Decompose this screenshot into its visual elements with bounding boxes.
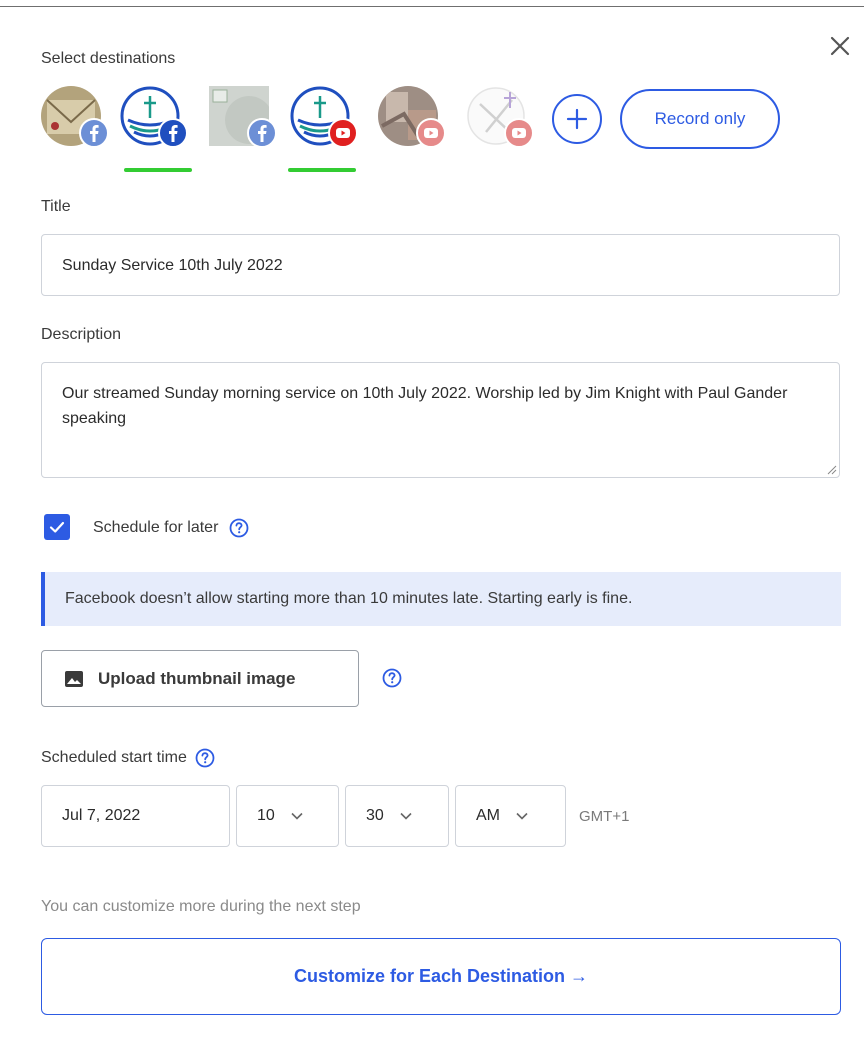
checkmark-icon [49,521,65,533]
destination-facebook-3[interactable] [209,86,277,150]
title-label: Title [41,198,71,215]
timezone-label: GMT+1 [579,808,630,825]
select-destinations-label: Select destinations [41,50,176,67]
youtube-icon [504,118,534,148]
selected-indicator [124,168,192,172]
ampm-select[interactable]: AM [455,785,566,847]
facebook-info-banner: Facebook doesn’t allow starting more tha… [41,572,841,626]
minute-select[interactable]: 30 [345,785,449,847]
customize-destinations-button[interactable]: Customize for Each Destination → [41,938,841,1015]
top-divider [0,6,864,7]
facebook-icon [79,118,109,148]
description-text: Our streamed Sunday morning service on 1… [62,385,788,427]
description-label: Description [41,326,122,343]
destination-facebook-1[interactable] [41,86,109,150]
schedule-later-row: Schedule for later [93,518,249,538]
close-button[interactable] [826,32,854,60]
scheduled-start-row: Scheduled start time [41,748,215,768]
scheduled-start-help-icon[interactable] [195,748,215,768]
chevron-down-icon [291,812,303,820]
chevron-down-icon [400,812,412,820]
description-textarea[interactable]: Our streamed Sunday morning service on 1… [41,362,840,478]
record-only-button[interactable]: Record only [620,89,780,149]
upload-thumbnail-button[interactable]: Upload thumbnail image [41,650,359,707]
customize-hint: You can customize more during the next s… [41,898,361,915]
help-icon[interactable] [229,518,249,538]
resize-grip-icon[interactable] [825,463,837,475]
youtube-icon [328,118,358,148]
selected-indicator [288,168,356,172]
scheduled-start-label: Scheduled start time [41,749,187,767]
image-icon [65,670,83,687]
chevron-down-icon [516,812,528,820]
hour-value: 10 [257,807,275,824]
destination-facebook-2[interactable] [120,86,192,172]
minute-value: 30 [366,807,384,824]
plus-icon [566,108,588,130]
upload-thumbnail-label: Upload thumbnail image [98,668,296,688]
date-input[interactable]: Jul 7, 2022 [41,785,230,847]
close-icon [830,36,850,56]
destination-youtube-3[interactable] [466,86,534,150]
hour-select[interactable]: 10 [236,785,339,847]
destination-youtube-1[interactable] [288,86,358,172]
schedule-later-checkbox[interactable] [44,514,70,540]
ampm-value: AM [476,807,500,824]
youtube-icon [416,118,446,148]
schedule-later-label: Schedule for later [93,519,219,537]
upload-help-icon[interactable] [382,668,402,688]
facebook-icon [158,118,188,148]
title-input[interactable]: Sunday Service 10th July 2022 [41,234,840,296]
add-destination-button[interactable] [552,94,602,144]
destination-youtube-2[interactable] [378,86,446,150]
facebook-icon [247,118,277,148]
